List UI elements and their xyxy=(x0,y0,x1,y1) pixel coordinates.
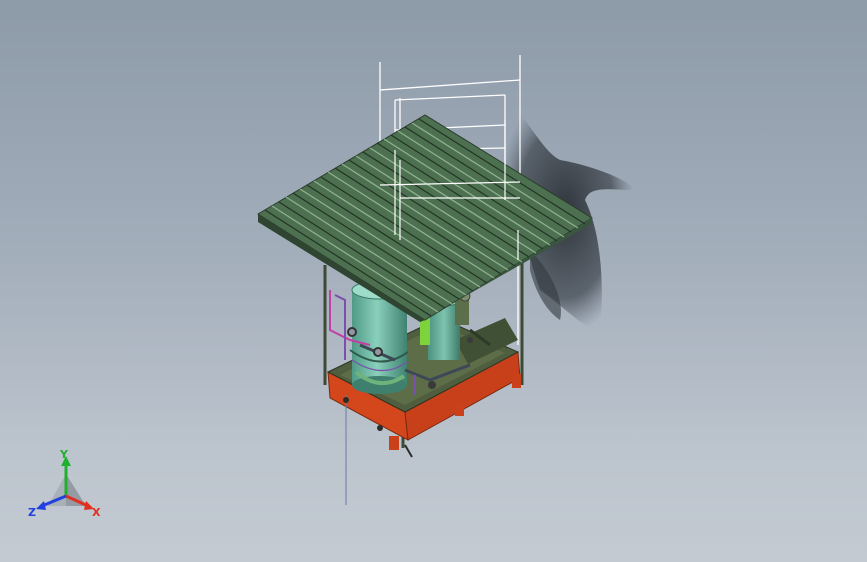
graphics-viewport[interactable]: Y X Z xyxy=(0,0,867,562)
reference-triad[interactable]: Y X Z xyxy=(24,446,108,526)
triad-x-label: X xyxy=(92,506,101,519)
triad-z-label: Z xyxy=(28,506,36,519)
triad-y-label: Y xyxy=(59,448,69,461)
triad-z-arrow xyxy=(36,501,46,510)
model-scene[interactable] xyxy=(0,0,867,562)
